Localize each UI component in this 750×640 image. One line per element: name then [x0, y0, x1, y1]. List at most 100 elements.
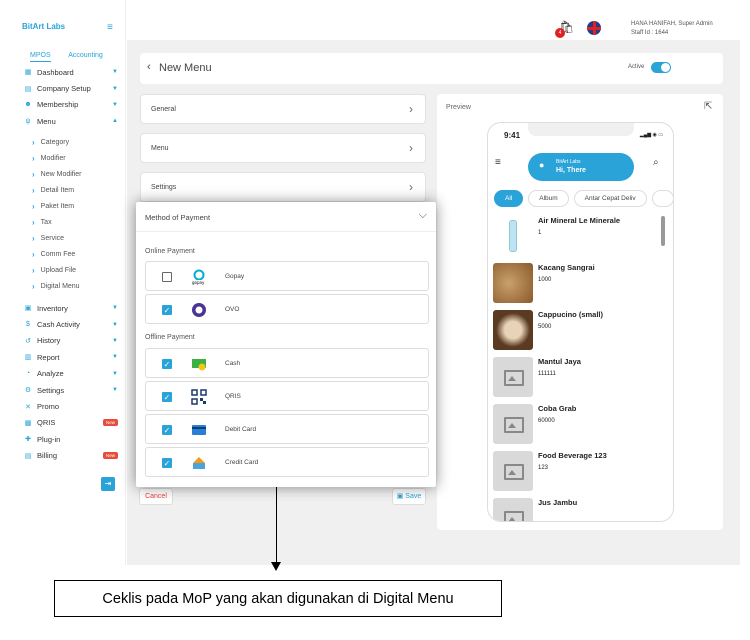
- chevron-right-icon: ›: [409, 102, 413, 116]
- submenu-item-digital-menu[interactable]: › Digital Menu: [0, 278, 126, 294]
- annotation-callout: Ceklis pada MoP yang akan digunakan di D…: [54, 580, 502, 617]
- sidebar-item-inventory[interactable]: ▣ Inventory ▼: [0, 300, 126, 316]
- payment-option-cash[interactable]: ✓ Cash: [145, 348, 429, 378]
- sidebar-item-dashboard[interactable]: ▦ Dashboard ▼: [0, 64, 126, 80]
- nav-bottom: ▣ Inventory ▼ $ Cash Activity ▼ ↺ History ▼ ▥ Repo…: [0, 300, 126, 464]
- caret-icon: ▼: [112, 387, 118, 394]
- chevron-right-icon: ›: [32, 249, 35, 259]
- sidebar-item-company-setup[interactable]: ▤ Company Setup ▼: [0, 80, 126, 96]
- payment-option-debit-card[interactable]: ✓ Debit Card: [145, 414, 429, 444]
- checkbox[interactable]: ✓: [162, 392, 172, 402]
- annotation-arrowhead: [271, 562, 281, 571]
- product-name: Kacang Sangrai: [538, 263, 595, 272]
- submenu-item-paket-item[interactable]: › Paket Item: [0, 198, 126, 214]
- submenu-item-upload-file[interactable]: › Upload File: [0, 262, 126, 278]
- sidebar: BitArt Labs ≡ MPOS Accounting ▦ Dashboard…: [0, 0, 126, 565]
- tab-accounting[interactable]: Accounting: [68, 52, 103, 59]
- product-price: 123: [538, 465, 549, 471]
- product-item[interactable]: Food Beverage 123 123: [493, 451, 663, 491]
- save-button[interactable]: ▣ Save: [392, 488, 426, 505]
- inventory-icon: ▣: [24, 305, 32, 313]
- product-item[interactable]: Cappucino (small) 5000: [493, 310, 663, 350]
- logout-icon[interactable]: ⇥: [101, 477, 115, 491]
- caret-icon: ▲: [112, 118, 118, 125]
- submenu-item-service[interactable]: › Service: [0, 230, 126, 246]
- product-item[interactable]: Jus Jambu: [493, 498, 663, 521]
- sidebar-item-qris[interactable]: ▩ QRIS New: [0, 415, 126, 431]
- submenu-item-tax[interactable]: › Tax: [0, 214, 126, 230]
- payment-option-credit-card[interactable]: ✓ Credit Card: [145, 447, 429, 477]
- product-price: 5000: [538, 324, 552, 330]
- section-settings[interactable]: Settings ›: [140, 172, 426, 202]
- uk-flag-icon[interactable]: [587, 21, 601, 35]
- chevron-right-icon: ›: [32, 201, 35, 211]
- cash-icon: $: [26, 321, 30, 329]
- sidebar-item-history[interactable]: ↺ History ▼: [0, 333, 126, 349]
- sidebar-item-label: Dashboard: [37, 67, 74, 77]
- category-chips: All Album Antar Cepat Deliv: [494, 190, 673, 207]
- checkbox[interactable]: ✓: [162, 458, 172, 468]
- section-menu[interactable]: Menu ›: [140, 133, 426, 163]
- sidebar-item-analyze[interactable]: ◔ Analyze ▼: [0, 366, 126, 382]
- hamburger-icon[interactable]: ≡: [107, 22, 113, 33]
- chevron-right-icon: ›: [32, 169, 35, 179]
- search-icon[interactable]: ⌕: [653, 157, 659, 168]
- section-label: Menu: [151, 145, 169, 152]
- report-icon: ▥: [24, 354, 32, 362]
- submenu-item-category[interactable]: › Category: [0, 134, 126, 150]
- checkbox[interactable]: ✓: [162, 425, 172, 435]
- checkbox[interactable]: ✓: [162, 359, 172, 369]
- sidebar-item-promo[interactable]: ✕ Promo: [0, 398, 126, 414]
- external-link-icon[interactable]: ⇱: [704, 101, 712, 112]
- checkbox[interactable]: ✓: [162, 305, 172, 315]
- active-toggle[interactable]: [651, 62, 671, 73]
- payment-option-ovo[interactable]: ✓ OVO: [145, 294, 429, 324]
- section-general[interactable]: General ›: [140, 94, 426, 124]
- menu-lines-icon[interactable]: ≡: [495, 157, 501, 168]
- sidebar-item-label: Cash Activity: [37, 320, 80, 330]
- submenu-item-modifier[interactable]: › Modifier: [0, 150, 126, 166]
- payment-option-gopay[interactable]: gopay Gopay: [145, 261, 429, 291]
- cancel-button[interactable]: Cancel: [139, 488, 173, 505]
- membership-icon: ☻: [24, 101, 32, 109]
- submenu-item-new-modifier[interactable]: › New Modifier: [0, 166, 126, 182]
- payment-option-qris[interactable]: ✓ QRIS: [145, 381, 429, 411]
- product-item[interactable]: Mantul Jaya 111111: [493, 357, 663, 397]
- online-payment-label: Online Payment: [145, 248, 195, 255]
- tab-mpos[interactable]: MPOS: [30, 52, 51, 62]
- back-icon[interactable]: ‹: [147, 61, 151, 73]
- chevron-down-icon[interactable]: ⌵: [419, 209, 427, 222]
- user-info[interactable]: HANA HANIFAH, Super Admin Staff Id : 164…: [631, 20, 713, 38]
- category-chip[interactable]: Album: [528, 190, 569, 207]
- signal-icon: ▂▄▆ ◉ ▭: [639, 132, 663, 138]
- sidebar-item-plug-in[interactable]: ✚ Plug-in: [0, 431, 126, 447]
- caret-icon: ▼: [112, 69, 118, 76]
- greeting-pill: ● BitArt Labs Hi, There: [528, 153, 634, 181]
- sidebar-item-label: Analyze: [37, 369, 64, 379]
- checkbox[interactable]: [162, 272, 172, 282]
- new-badge: New: [102, 452, 118, 460]
- category-chip-partial[interactable]: [651, 190, 673, 207]
- sidebar-item-settings[interactable]: ⚙ Settings ▼: [0, 382, 126, 398]
- category-chip[interactable]: Antar Cepat Deliv: [573, 190, 647, 207]
- chevron-right-icon: ›: [32, 265, 35, 275]
- product-name: Food Beverage 123: [538, 451, 607, 460]
- product-item[interactable]: Coba Grab 60000: [493, 404, 663, 444]
- sidebar-item-label: Membership: [37, 100, 79, 110]
- sidebar-item-report[interactable]: ▥ Report ▼: [0, 349, 126, 365]
- payment-label: OVO: [225, 306, 240, 313]
- sidebar-item-cash-activity[interactable]: $ Cash Activity ▼: [0, 316, 126, 332]
- sidebar-item-billing[interactable]: ▤ Billing New: [0, 448, 126, 464]
- submenu-item-comm-fee[interactable]: › Comm Fee: [0, 246, 126, 262]
- menu-submenu: › Category › Modifier › New Modifier › Detail I…: [0, 134, 126, 294]
- product-price: 1000: [538, 277, 552, 283]
- chevron-right-icon: ›: [32, 137, 35, 147]
- sidebar-item-menu[interactable]: ψ Menu ▲: [0, 113, 126, 129]
- section-label: Settings: [151, 184, 177, 191]
- sidebar-item-membership[interactable]: ☻ Membership ▼: [0, 97, 126, 113]
- submenu-item-detail-item[interactable]: › Detail Item: [0, 182, 126, 198]
- product-item[interactable]: Air Mineral Le Minerale 1: [493, 216, 663, 256]
- caret-icon: ▼: [112, 101, 118, 108]
- category-chip[interactable]: All: [494, 190, 524, 207]
- product-item[interactable]: Kacang Sangrai 1000: [493, 263, 663, 303]
